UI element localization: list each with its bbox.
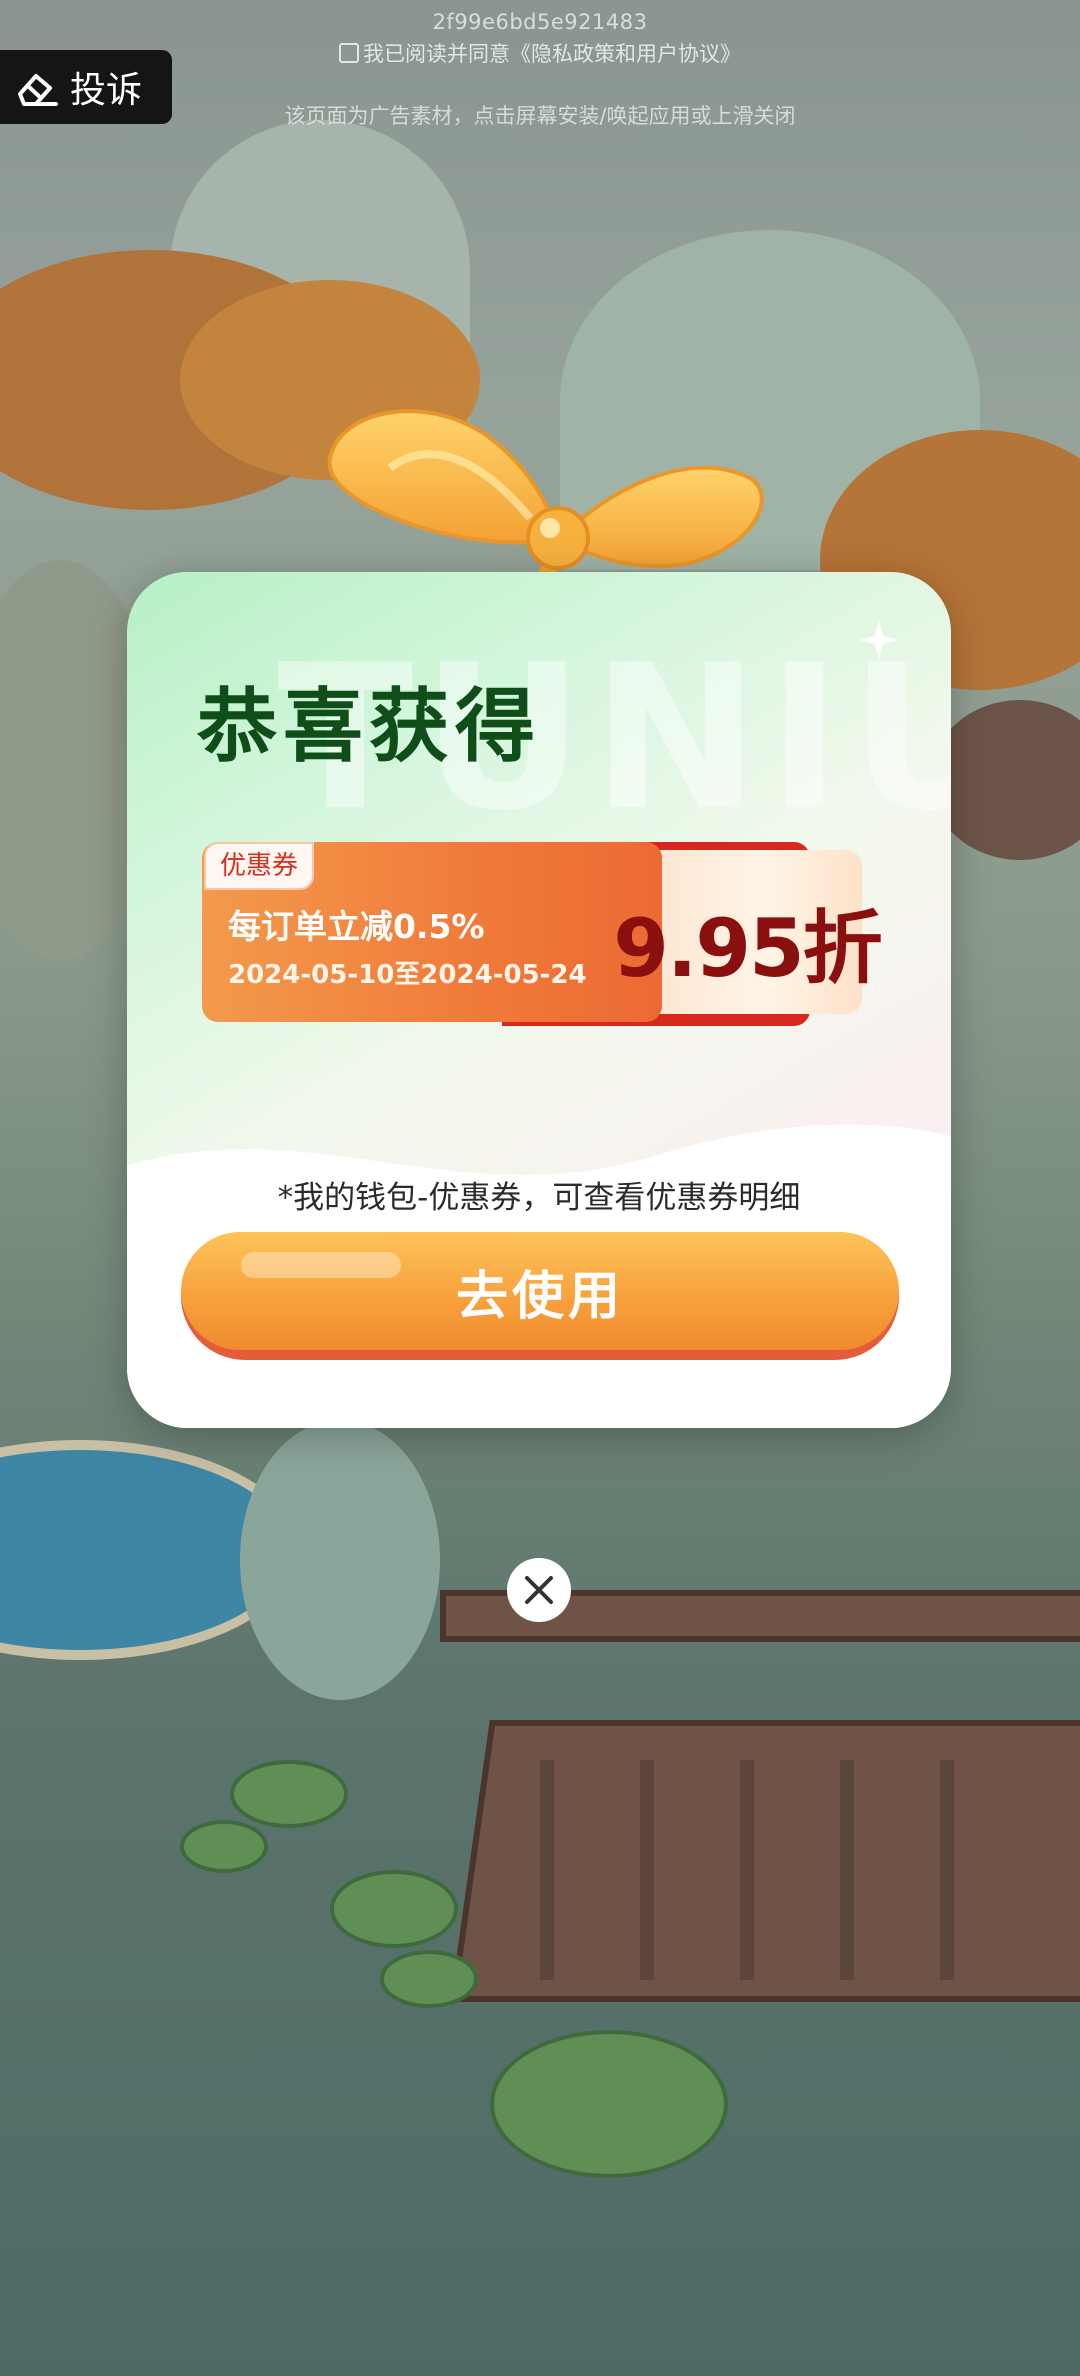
sparkle-icon bbox=[859, 620, 899, 660]
coupon-description: 每订单立减0.5% bbox=[228, 907, 485, 946]
complain-button[interactable]: 投诉 bbox=[0, 50, 172, 124]
coupon-card[interactable]: 优惠券 每订单立减0.5% 2024-05-10至2024-05-24 9.95… bbox=[202, 842, 883, 1028]
reward-popup: TUNIU 恭喜获得 优惠券 每订单立减0.5% 2024-05-10至2024… bbox=[127, 572, 951, 1428]
coupon-hint: *我的钱包-优惠券，可查看优惠券明细 bbox=[277, 1180, 801, 1216]
popup-title: 恭喜获得 bbox=[197, 680, 541, 773]
coupon-tag: 优惠券 bbox=[204, 842, 315, 890]
complain-label: 投诉 bbox=[70, 70, 143, 111]
coupon-validity-dates: 2024-05-10至2024-05-24 bbox=[228, 960, 587, 990]
use-button[interactable]: 去使用 bbox=[181, 1232, 899, 1360]
gift-bow-icon bbox=[327, 409, 764, 588]
checkbox-icon[interactable] bbox=[339, 43, 359, 63]
use-button-label: 去使用 bbox=[455, 1266, 624, 1327]
eraser-icon bbox=[18, 74, 58, 106]
close-icon bbox=[525, 1576, 553, 1604]
close-button[interactable] bbox=[507, 1558, 571, 1622]
agreement-text[interactable]: 我已阅读并同意《隐私政策和用户协议》 bbox=[363, 42, 741, 66]
ad-id-text: 2f99e6bd5e921483 bbox=[432, 10, 648, 34]
coupon-discount: 9.95折 bbox=[613, 902, 882, 995]
